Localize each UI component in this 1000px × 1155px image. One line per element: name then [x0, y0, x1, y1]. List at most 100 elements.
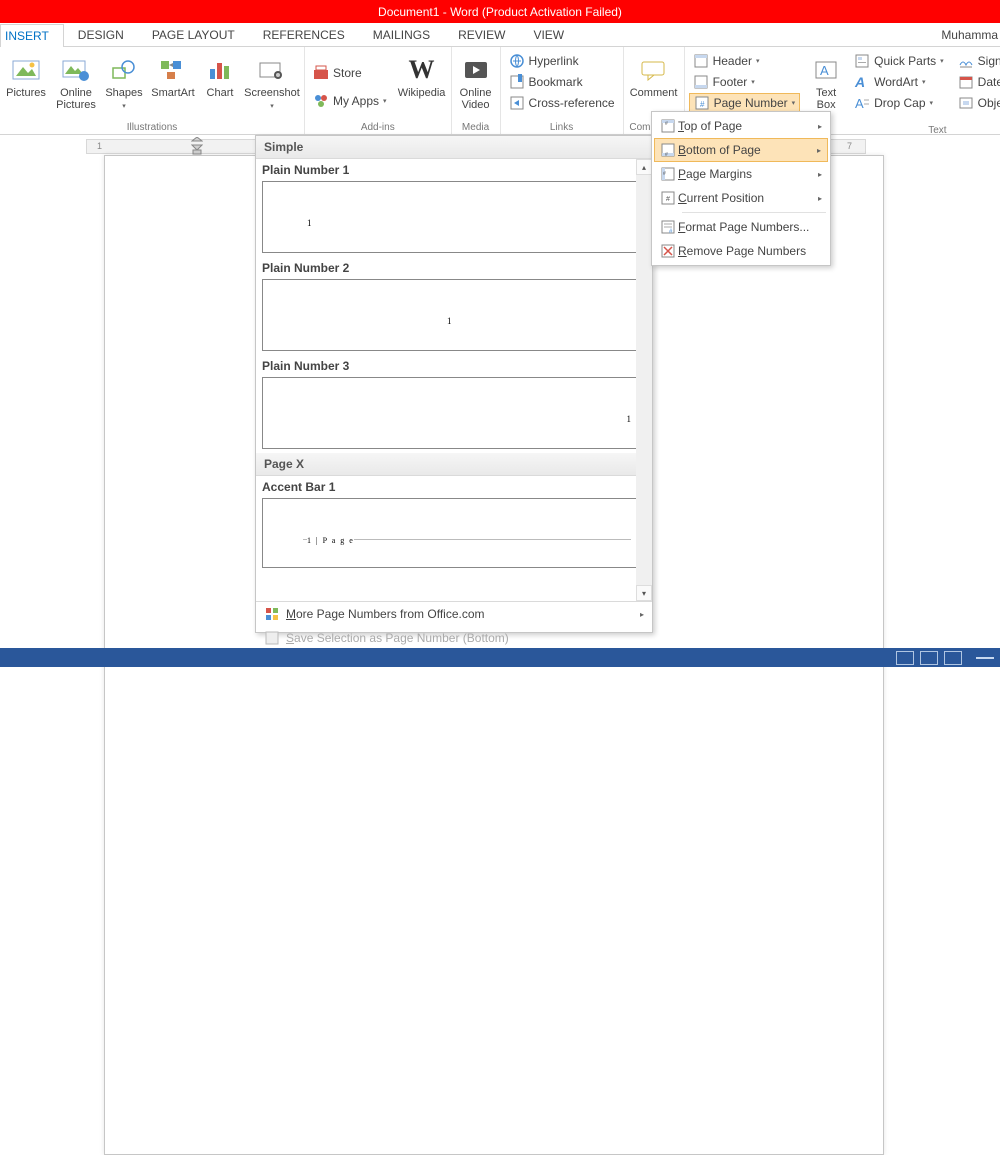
page-number-button[interactable]: #Page Number ▾	[689, 93, 801, 113]
tab-view[interactable]: VIEW	[519, 23, 578, 47]
top-of-page-icon: #	[658, 118, 678, 134]
more-page-numbers-button[interactable]: More Page Numbers from Office.com ▸	[256, 602, 652, 626]
group-addins: Store My Apps ▾ W Wikipedia Add-ins	[305, 47, 452, 134]
gallery-item-plain3-title: Plain Number 3	[256, 355, 652, 377]
object-icon	[958, 95, 974, 111]
save-selection-button: Save Selection as Page Number (Bottom)	[256, 626, 652, 650]
gallery-scrollbar[interactable]: ▴ ▾	[636, 159, 652, 601]
svg-text:#: #	[663, 171, 666, 177]
tab-mailings[interactable]: MAILINGS	[359, 23, 444, 47]
menu-separator	[682, 212, 826, 213]
menu-bottom-of-page[interactable]: # Bottom of Page ▸	[654, 138, 828, 162]
gallery-item-plain3[interactable]: 1	[262, 377, 646, 449]
title-bar: Document1 - Word (Product Activation Fai…	[0, 0, 1000, 23]
object-button[interactable]: Object ▾	[954, 93, 1000, 113]
submenu-arrow-icon: ▸	[818, 170, 822, 179]
drop-cap-icon: A	[854, 95, 870, 111]
gallery-section-pagex: Page X	[256, 453, 652, 476]
date-time-button[interactable]: Date & Time	[954, 72, 1000, 92]
gallery-item-plain2-title: Plain Number 2	[256, 257, 652, 279]
cross-reference-button[interactable]: Cross-reference	[505, 93, 619, 113]
page-number-gallery: Simple Plain Number 1 1 Plain Number 2 1…	[255, 135, 653, 633]
menu-page-margins[interactable]: # Page Margins ▸	[654, 162, 828, 186]
screenshot-button[interactable]: Screenshot▾	[244, 51, 300, 122]
menu-top-of-page[interactable]: # Top of Page ▸	[654, 114, 828, 138]
view-print-layout-icon[interactable]	[920, 651, 938, 665]
submenu-arrow-icon: ▸	[640, 610, 644, 619]
text-box-icon: A	[810, 54, 842, 86]
tab-insert[interactable]: INSERT	[0, 24, 64, 48]
page-margins-icon: #	[658, 166, 678, 182]
bookmark-icon	[509, 74, 525, 90]
wikipedia-button[interactable]: W Wikipedia	[397, 51, 447, 122]
submenu-arrow-icon: ▸	[817, 146, 821, 155]
pictures-icon	[10, 54, 42, 86]
svg-text:A: A	[854, 74, 865, 90]
gallery-item-plain2[interactable]: 1	[262, 279, 646, 351]
my-apps-icon	[313, 93, 329, 109]
ribbon: Pictures Online Pictures Shapes▾ SmartAr…	[0, 47, 1000, 135]
drop-cap-button[interactable]: ADrop Cap ▾	[850, 93, 948, 113]
chart-icon	[204, 54, 236, 86]
tab-references[interactable]: REFERENCES	[249, 23, 359, 47]
quick-parts-button[interactable]: Quick Parts ▾	[850, 51, 948, 71]
bookmark-button[interactable]: Bookmark	[505, 72, 619, 92]
svg-text:#: #	[665, 121, 668, 127]
scroll-up-icon[interactable]: ▴	[636, 159, 652, 175]
online-video-button[interactable]: Online Video	[456, 51, 496, 122]
view-read-mode-icon[interactable]	[896, 651, 914, 665]
gallery-item-plain1[interactable]: 1	[262, 181, 646, 253]
scroll-down-icon[interactable]: ▾	[636, 585, 652, 601]
wordart-button[interactable]: AWordArt ▾	[850, 72, 948, 92]
tab-review[interactable]: REVIEW	[444, 23, 519, 47]
online-pictures-icon	[60, 54, 92, 86]
signature-line-button[interactable]: Signature Line ▾	[954, 51, 1000, 71]
signature-icon	[958, 53, 974, 69]
page-number-menu: # Top of Page ▸ # Bottom of Page ▸ # Pag…	[651, 111, 831, 266]
hyperlink-button[interactable]: Hyperlink	[505, 51, 619, 71]
header-button[interactable]: Header ▾	[689, 51, 801, 71]
pictures-button[interactable]: Pictures	[4, 51, 48, 122]
menu-current-position[interactable]: # Current Position ▸	[654, 186, 828, 210]
svg-text:A: A	[855, 96, 864, 111]
view-web-layout-icon[interactable]	[944, 651, 962, 665]
shapes-icon	[108, 54, 140, 86]
shapes-button[interactable]: Shapes▾	[104, 51, 144, 122]
bottom-of-page-icon: #	[658, 142, 678, 158]
store-button[interactable]: Store	[309, 63, 391, 83]
svg-text:A: A	[820, 63, 829, 78]
cross-reference-icon	[509, 95, 525, 111]
office-icon	[264, 606, 280, 622]
remove-page-numbers-icon	[658, 243, 678, 259]
smartart-icon	[157, 54, 189, 86]
wikipedia-icon: W	[406, 54, 438, 86]
chart-button[interactable]: Chart	[202, 51, 238, 122]
zoom-slider[interactable]	[976, 657, 994, 659]
menu-remove-page-numbers[interactable]: Remove Page Numbers	[654, 239, 828, 263]
hyperlink-icon	[509, 53, 525, 69]
wordart-icon: A	[854, 74, 870, 90]
online-pictures-button[interactable]: Online Pictures	[54, 51, 98, 122]
indent-marker-icon[interactable]	[191, 137, 203, 155]
tab-design[interactable]: DESIGN	[64, 23, 138, 47]
footer-button[interactable]: Footer ▾	[689, 72, 801, 92]
tab-page-layout[interactable]: PAGE LAYOUT	[138, 23, 249, 47]
gallery-item-accent1[interactable]: 1 | P a g e	[262, 498, 646, 568]
my-apps-button[interactable]: My Apps ▾	[309, 91, 391, 111]
footer-icon	[693, 74, 709, 90]
submenu-arrow-icon: ▸	[818, 194, 822, 203]
format-page-numbers-icon: #	[658, 219, 678, 235]
date-time-icon	[958, 74, 974, 90]
store-icon	[313, 65, 329, 81]
group-media: Online Video Media	[452, 47, 501, 134]
group-text: A Text Box▾ Quick Parts ▾ AWordArt ▾ ADr…	[804, 47, 1000, 134]
smartart-button[interactable]: SmartArt	[150, 51, 196, 122]
group-illustrations: Pictures Online Pictures Shapes▾ SmartAr…	[0, 47, 305, 134]
ribbon-tabs: INSERT DESIGN PAGE LAYOUT REFERENCES MAI…	[0, 23, 1000, 47]
svg-text:#: #	[665, 152, 668, 158]
menu-format-page-numbers[interactable]: # Format Page Numbers...	[654, 215, 828, 239]
user-name[interactable]: Muhamma	[941, 28, 998, 42]
status-bar	[0, 648, 1000, 667]
gallery-item-accent1-title: Accent Bar 1	[256, 476, 652, 498]
save-icon	[264, 630, 280, 646]
